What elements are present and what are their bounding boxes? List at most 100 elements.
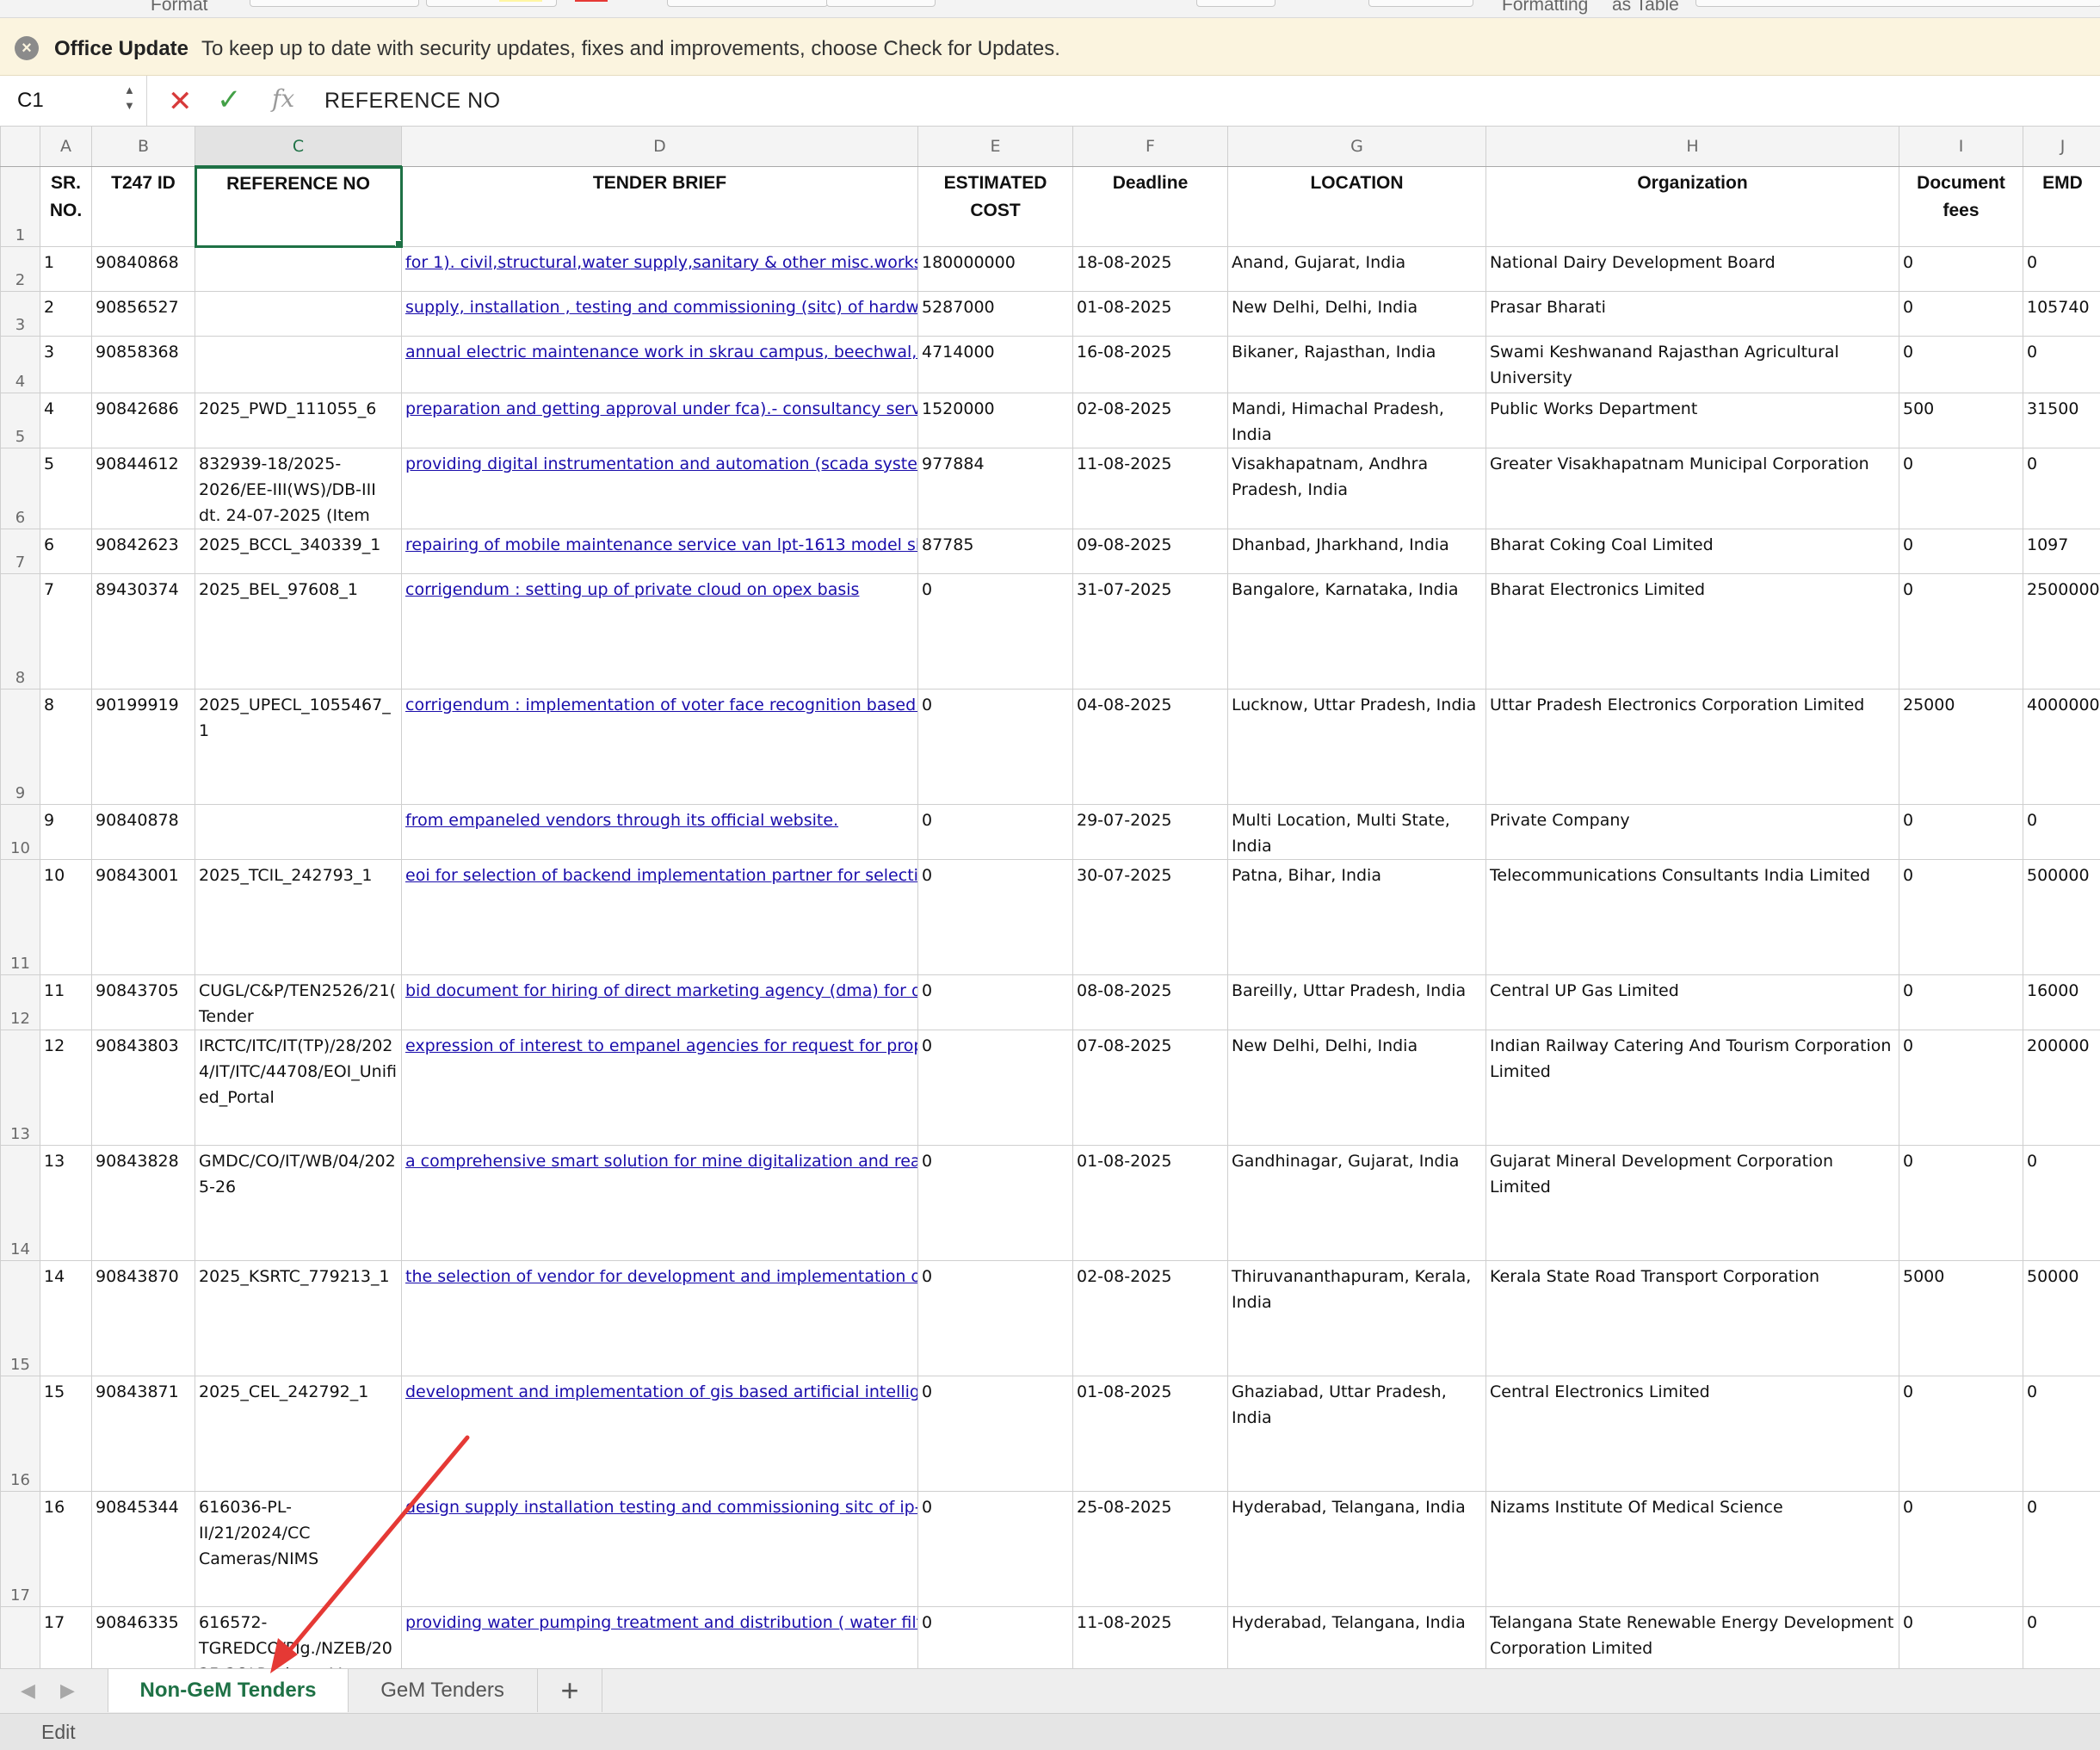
cell-id[interactable]: 90199919 [92,689,195,805]
cell-ref[interactable] [195,292,402,337]
cell-emd[interactable]: 1097 [2023,529,2100,574]
cell-emd[interactable]: 50000 [2023,1261,2100,1376]
cell-fee[interactable]: 5000 [1899,1261,2023,1376]
tender-brief-link[interactable]: annual electric maintenance work in skra… [402,337,917,365]
name-box[interactable]: C1 ▲▼ [0,76,147,126]
cell-deadline[interactable]: 18-08-2025 [1073,247,1228,292]
cell-fee[interactable]: 0 [1899,448,2023,529]
format-as-table-label[interactable]: as Table [1612,0,1679,15]
row-header[interactable]: 16 [1,1376,40,1492]
row-header[interactable]: 15 [1,1261,40,1376]
tender-brief-link[interactable]: providing water pumping treatment and di… [402,1607,917,1636]
cell-brief[interactable]: preparation and getting approval under f… [402,393,918,448]
cell-emd[interactable]: 0 [2023,1492,2100,1607]
cell-brief[interactable]: the selection of vendor for development … [402,1261,918,1376]
cell-location[interactable]: Multi Location, Multi State, India [1228,805,1486,860]
header-cell-f[interactable]: Deadline [1073,167,1228,247]
cell-brief[interactable]: providing water pumping treatment and di… [402,1607,918,1669]
cell-org[interactable]: Uttar Pradesh Electronics Corporation Li… [1486,689,1899,805]
cell-ref[interactable]: 2025_PWD_111055_6 [195,393,402,448]
row-header[interactable]: 2 [1,247,40,292]
cell-location[interactable]: Bareilly, Uttar Pradesh, India [1228,975,1486,1030]
cell-emd[interactable]: 0 [2023,448,2100,529]
cell-fee[interactable]: 0 [1899,1146,2023,1261]
cell-org[interactable]: Prasar Bharati [1486,292,1899,337]
cell-brief[interactable]: development and implementation of gis ba… [402,1376,918,1492]
cell-emd[interactable]: 4000000 [2023,689,2100,805]
font-name-box[interactable] [250,0,419,7]
cell-emd[interactable]: 0 [2023,1607,2100,1669]
cell-fee[interactable]: 0 [1899,337,2023,393]
tender-brief-link[interactable]: preparation and getting approval under f… [402,393,917,422]
formula-input[interactable]: REFERENCE NO [324,89,501,114]
cell-fee[interactable]: 0 [1899,247,2023,292]
header-cell-a[interactable]: SR. NO. [40,167,92,247]
cell-ref[interactable]: 616036-PL-II/21/2024/CC Cameras/NIMS [195,1492,402,1607]
cell-brief[interactable]: eoi for selection of backend implementat… [402,860,918,975]
cell-deadline[interactable]: 29-07-2025 [1073,805,1228,860]
cell-cost[interactable]: 0 [918,975,1073,1030]
column-header-i[interactable]: I [1899,127,2023,167]
cell-fee[interactable]: 0 [1899,1030,2023,1146]
cell-org[interactable]: Kerala State Road Transport Corporation [1486,1261,1899,1376]
cell-sr[interactable]: 5 [40,448,92,529]
cell-fee[interactable]: 0 [1899,574,2023,689]
row-header[interactable]: 4 [1,337,40,393]
cell-location[interactable]: Lucknow, Uttar Pradesh, India [1228,689,1486,805]
cell-deadline[interactable]: 01-08-2025 [1073,292,1228,337]
cell-emd[interactable]: 105740 [2023,292,2100,337]
cell-org[interactable]: Central Electronics Limited [1486,1376,1899,1492]
cell-sr[interactable]: 6 [40,529,92,574]
cell-brief[interactable]: expression of interest to empanel agenci… [402,1030,918,1146]
cell-location[interactable]: Bangalore, Karnataka, India [1228,574,1486,689]
cell-sr[interactable]: 17 [40,1607,92,1669]
decimal-group[interactable] [1368,0,1473,7]
close-icon[interactable]: × [15,36,39,60]
cell-sr[interactable]: 10 [40,860,92,975]
cell-deadline[interactable]: 31-07-2025 [1073,574,1228,689]
cell-deadline[interactable]: 07-08-2025 [1073,1030,1228,1146]
cell-sr[interactable]: 4 [40,393,92,448]
cell-deadline[interactable]: 02-08-2025 [1073,393,1228,448]
cell-emd[interactable]: 0 [2023,247,2100,292]
cell-ref[interactable]: 2025_CEL_242792_1 [195,1376,402,1492]
tender-brief-link[interactable]: repairing of mobile maintenance service … [402,529,917,558]
row-header[interactable]: 12 [1,975,40,1030]
cell-sr[interactable]: 2 [40,292,92,337]
cell-id[interactable]: 90843705 [92,975,195,1030]
indent-group[interactable] [826,0,936,7]
cell-id[interactable]: 90858368 [92,337,195,393]
cell-org[interactable]: Indian Railway Catering And Tourism Corp… [1486,1030,1899,1146]
cell-org[interactable]: Private Company [1486,805,1899,860]
cell-fee[interactable]: 0 [1899,805,2023,860]
cell-cost[interactable]: 4714000 [918,337,1073,393]
select-all-corner[interactable] [1,127,40,167]
cell-id[interactable]: 90842623 [92,529,195,574]
tender-brief-link[interactable]: the selection of vendor for development … [402,1261,917,1289]
cell-location[interactable]: Ghaziabad, Uttar Pradesh, India [1228,1376,1486,1492]
chevron-right-icon[interactable]: ▶ [60,1679,75,1702]
column-header-h[interactable]: H [1486,127,1899,167]
tender-brief-link[interactable]: expression of interest to empanel agenci… [402,1030,917,1059]
cell-ref[interactable]: 2025_BEL_97608_1 [195,574,402,689]
cell-deadline[interactable]: 30-07-2025 [1073,860,1228,975]
row-header[interactable]: 7 [1,529,40,574]
cell-deadline[interactable]: 01-08-2025 [1073,1376,1228,1492]
cell-deadline[interactable]: 01-08-2025 [1073,1146,1228,1261]
row-header[interactable]: 14 [1,1146,40,1261]
add-sheet-button[interactable]: + [538,1669,602,1712]
cell-org[interactable]: Bharat Electronics Limited [1486,574,1899,689]
row-header[interactable]: 17 [1,1492,40,1607]
cell-sr[interactable]: 11 [40,975,92,1030]
highlight-color-icon[interactable] [499,0,542,2]
cell-sr[interactable]: 12 [40,1030,92,1146]
cell-brief[interactable]: design supply installation testing and c… [402,1492,918,1607]
cell-sr[interactable]: 13 [40,1146,92,1261]
cell-brief[interactable]: repairing of mobile maintenance service … [402,529,918,574]
name-box-value[interactable]: C1 [17,76,44,126]
cell-id[interactable]: 90843870 [92,1261,195,1376]
cell-id[interactable]: 90846335 [92,1607,195,1669]
cell-ref[interactable]: GMDC/CO/IT/WB/04/2025-26 [195,1146,402,1261]
cell-cost[interactable]: 0 [918,1146,1073,1261]
cell-emd[interactable]: 0 [2023,805,2100,860]
